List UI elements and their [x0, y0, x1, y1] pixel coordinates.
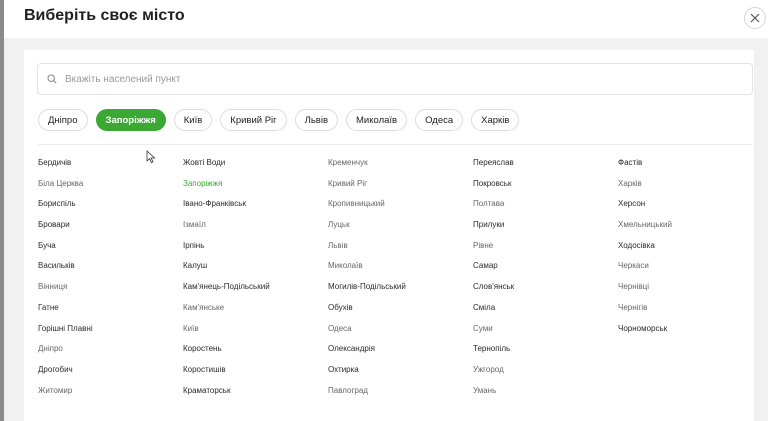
city-column: Переяслав Покровськ Полтава Прилуки Рівне Сам…	[473, 158, 618, 406]
city-link[interactable]: Кам'янське	[183, 303, 328, 324]
city-link[interactable]: Прилуки	[473, 220, 618, 241]
search-icon	[47, 74, 57, 84]
city-link[interactable]: Житомир	[38, 386, 183, 407]
city-link[interactable]: Бровари	[38, 220, 183, 241]
city-link[interactable]: Слов'янськ	[473, 282, 618, 303]
city-link[interactable]: Калуш	[183, 261, 328, 282]
city-link[interactable]: Львів	[328, 241, 473, 262]
city-link[interactable]: Покровськ	[473, 179, 618, 200]
city-chip[interactable]: Дніпро	[38, 109, 88, 131]
city-link[interactable]: Кам'янець-Подільський	[183, 282, 328, 303]
city-link[interactable]: Ходосівка	[618, 241, 763, 262]
city-link[interactable]: Бердичів	[38, 158, 183, 179]
city-link[interactable]: Павлоград	[328, 386, 473, 407]
city-link[interactable]: Коростень	[183, 344, 328, 365]
left-gutter	[4, 50, 24, 421]
city-link[interactable]: Жовті Води	[183, 158, 328, 179]
city-chip[interactable]: Київ	[173, 109, 213, 131]
city-column: Бердичів Біла Церква Бориспіль Бровари Буча В…	[38, 158, 183, 406]
city-column: Фастів Харків Херсон Хмельницький Ходосівка Ч…	[618, 158, 763, 406]
city-link[interactable]: Рівне	[473, 241, 618, 262]
city-link[interactable]: Сміла	[473, 303, 618, 324]
popular-cities: Дніпро Запоріжжя Київ Кривий Ріг Львів Микола…	[38, 109, 520, 131]
close-button[interactable]	[744, 7, 766, 29]
city-link[interactable]: Чорноморськ	[618, 324, 763, 345]
city-link[interactable]: Вінниця	[38, 282, 183, 303]
city-column: Жовті Води Запоріжжя Івано-Франківськ Ізмаї…	[183, 158, 328, 406]
city-link[interactable]: Буча	[38, 241, 183, 262]
city-link[interactable]: Самар	[473, 261, 618, 282]
city-column: Кременчук Кривий Ріг Кропивницький Луцьк Льв…	[328, 158, 473, 406]
city-link[interactable]: Умань	[473, 386, 618, 407]
city-link[interactable]: Черкаси	[618, 261, 763, 282]
header-separator	[4, 38, 768, 50]
modal-header: Виберіть своє місто	[4, 0, 768, 38]
city-link[interactable]: Васильків	[38, 261, 183, 282]
city-link[interactable]: Полтава	[473, 199, 618, 220]
city-link[interactable]: Тернопіль	[473, 344, 618, 365]
city-link[interactable]: Бориспіль	[38, 199, 183, 220]
city-link[interactable]: Херсон	[618, 199, 763, 220]
city-link[interactable]: Луцьк	[328, 220, 473, 241]
city-link[interactable]: Київ	[183, 324, 328, 345]
city-link[interactable]: Хмельницький	[618, 220, 763, 241]
city-link[interactable]: Краматорськ	[183, 386, 328, 407]
city-link[interactable]: Дрогобич	[38, 365, 183, 386]
close-icon	[750, 13, 760, 23]
divider	[38, 144, 753, 145]
city-link[interactable]: Гатне	[38, 303, 183, 324]
city-link[interactable]: Запоріжжя	[183, 179, 328, 200]
city-link[interactable]: Охтирка	[328, 365, 473, 386]
city-link[interactable]: Харків	[618, 179, 763, 200]
city-link[interactable]: Біла Церква	[38, 179, 183, 200]
city-link[interactable]: Олександрія	[328, 344, 473, 365]
city-link[interactable]: Кременчук	[328, 158, 473, 179]
city-chip[interactable]: Кривий Ріг	[220, 109, 287, 131]
modal-title: Виберіть своє місто	[24, 7, 185, 24]
city-link[interactable]: Одеса	[328, 324, 473, 345]
city-link[interactable]: Горішні Плавні	[38, 324, 183, 345]
city-chip[interactable]: Запоріжжя	[95, 109, 166, 131]
city-link[interactable]: Чернівці	[618, 282, 763, 303]
mouse-cursor-icon	[146, 150, 156, 164]
city-chip[interactable]: Одеса	[415, 109, 464, 131]
city-link[interactable]: Івано-Франківськ	[183, 199, 328, 220]
modal-body: ДніпроЗапоріжжяКиївКривий РігЛьвівМикола…	[24, 50, 754, 421]
city-link[interactable]: Ірпінь	[183, 241, 328, 262]
city-link[interactable]: Чернігів	[618, 303, 763, 324]
search-input[interactable]	[63, 72, 727, 86]
city-link[interactable]: Ізмаїл	[183, 220, 328, 241]
city-chip[interactable]: Львів	[294, 109, 339, 131]
city-link[interactable]: Кривий Ріг	[328, 179, 473, 200]
city-link[interactable]: Кропивницький	[328, 199, 473, 220]
city-chip[interactable]: Харків	[471, 109, 520, 131]
city-link[interactable]: Миколаїв	[328, 261, 473, 282]
city-link[interactable]: Ужгород	[473, 365, 618, 386]
city-link[interactable]: Переяслав	[473, 158, 618, 179]
city-link[interactable]: Фастів	[618, 158, 763, 179]
city-list: Бердичів Біла Церква Бориспіль Бровари Буча В…	[38, 158, 763, 406]
city-link[interactable]: Обухів	[328, 303, 473, 324]
city-picker-modal: Виберіть своє місто ДніпроЗапоріжжяКиївК…	[4, 0, 768, 421]
city-link[interactable]: Коростишів	[183, 365, 328, 386]
city-chip[interactable]: Миколаїв	[346, 109, 408, 131]
city-link[interactable]: Могилів-Подільський	[328, 282, 473, 303]
city-link[interactable]: Суми	[473, 324, 618, 345]
city-link[interactable]: Дніпро	[38, 344, 183, 365]
search-box[interactable]	[37, 63, 753, 95]
